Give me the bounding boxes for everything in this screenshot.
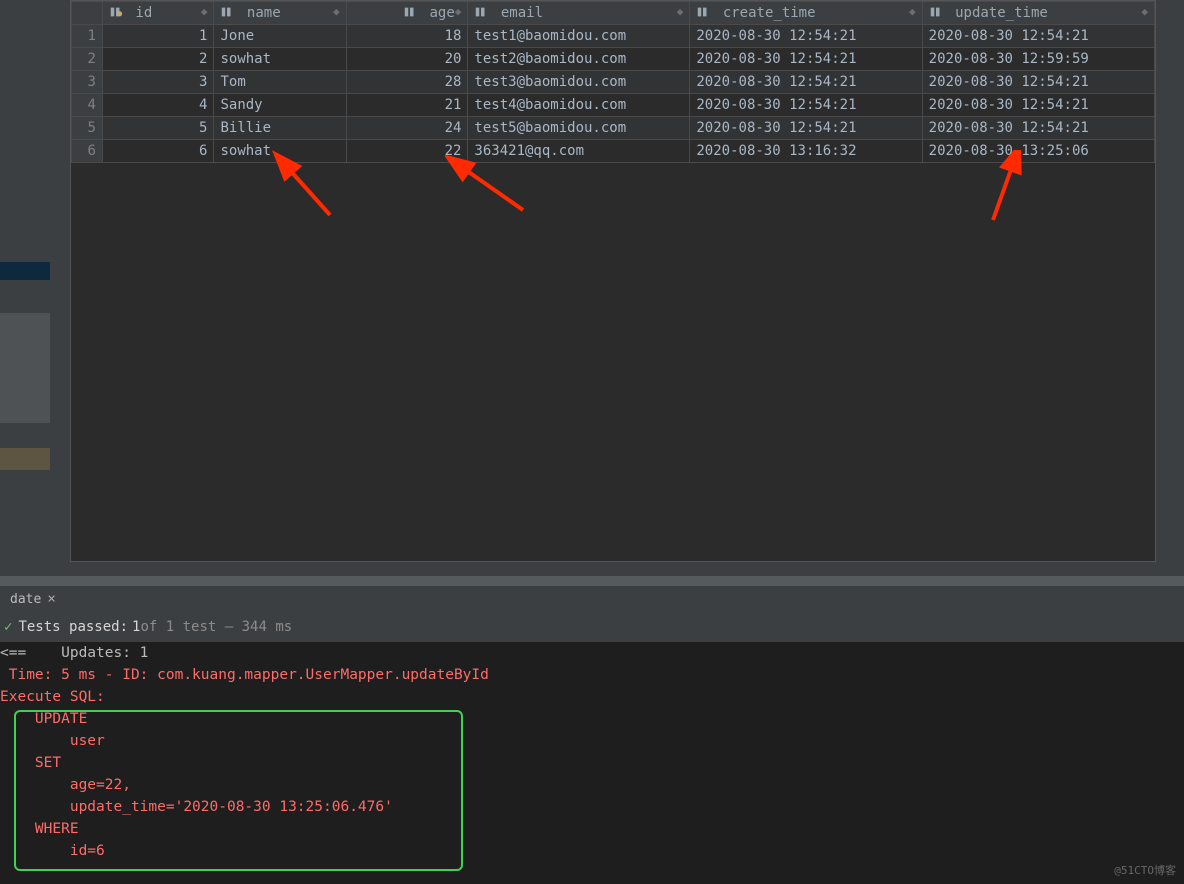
- cell-name[interactable]: Tom: [214, 71, 346, 94]
- watermark: @51CTO博客: [1114, 862, 1176, 878]
- data-grid[interactable]: id◆ name◆ age◆ email◆: [70, 0, 1156, 562]
- cell-create-time[interactable]: 2020-08-30 12:54:21: [690, 94, 922, 117]
- cell-age[interactable]: 24: [346, 117, 468, 140]
- cell-age[interactable]: 22: [346, 140, 468, 163]
- cell-rownum: 1: [72, 25, 103, 48]
- sidebar-active-item[interactable]: [0, 262, 50, 280]
- cell-age[interactable]: 20: [346, 48, 468, 71]
- cell-create-time[interactable]: 2020-08-30 12:54:21: [690, 25, 922, 48]
- cell-update-time[interactable]: 2020-08-30 12:59:59: [922, 48, 1154, 71]
- sidebar-highlight-item[interactable]: [0, 448, 50, 470]
- header-email[interactable]: email◆: [468, 2, 690, 25]
- cell-id[interactable]: 5: [102, 117, 214, 140]
- header-id[interactable]: id◆: [102, 2, 214, 25]
- sql-age: age=22,: [0, 777, 131, 793]
- sort-icon[interactable]: ◆: [677, 5, 684, 18]
- cell-name[interactable]: sowhat: [214, 140, 346, 163]
- header-name[interactable]: name◆: [214, 2, 346, 25]
- cell-create-time[interactable]: 2020-08-30 13:16:32: [690, 140, 922, 163]
- header-age[interactable]: age◆: [346, 2, 468, 25]
- cell-email[interactable]: 363421@qq.com: [468, 140, 690, 163]
- header-create-time[interactable]: create_time◆: [690, 2, 922, 25]
- sql-table: user: [0, 733, 114, 749]
- cell-email[interactable]: test5@baomidou.com: [468, 117, 690, 140]
- cell-name[interactable]: Billie: [214, 117, 346, 140]
- cell-rownum: 5: [72, 117, 103, 140]
- check-icon: ✓: [4, 619, 12, 635]
- sql-id: id=6: [0, 843, 114, 859]
- cell-rownum: 2: [72, 48, 103, 71]
- column-icon: [696, 5, 710, 19]
- cell-create-time[interactable]: 2020-08-30 12:54:21: [690, 117, 922, 140]
- tab-date[interactable]: date ×: [2, 588, 60, 610]
- tab-label: date: [10, 592, 41, 607]
- table-row[interactable]: 55Billie24test5@baomidou.com2020-08-30 1…: [72, 117, 1155, 140]
- cell-update-time[interactable]: 2020-08-30 12:54:21: [922, 94, 1154, 117]
- cell-age[interactable]: 21: [346, 94, 468, 117]
- column-icon: [474, 5, 488, 19]
- sort-icon[interactable]: ◆: [909, 5, 916, 18]
- sort-icon[interactable]: ◆: [201, 5, 208, 18]
- header-rownum: [72, 2, 103, 25]
- cell-rownum: 6: [72, 140, 103, 163]
- tests-passed-label: Tests passed:: [18, 619, 128, 635]
- table-row[interactable]: 11Jone18test1@baomidou.com2020-08-30 12:…: [72, 25, 1155, 48]
- cell-id[interactable]: 6: [102, 140, 214, 163]
- cell-rownum: 4: [72, 94, 103, 117]
- cell-create-time[interactable]: 2020-08-30 12:54:21: [690, 71, 922, 94]
- column-icon: [403, 5, 417, 19]
- cell-update-time[interactable]: 2020-08-30 12:54:21: [922, 117, 1154, 140]
- sort-icon[interactable]: ◆: [1141, 5, 1148, 18]
- cell-update-time[interactable]: 2020-08-30 13:25:06: [922, 140, 1154, 163]
- cell-id[interactable]: 1: [102, 25, 214, 48]
- sidebar-panel: ests: [0, 313, 50, 423]
- cell-email[interactable]: test2@baomidou.com: [468, 48, 690, 71]
- column-icon: [220, 5, 234, 19]
- primary-key-icon: [109, 5, 123, 19]
- cell-email[interactable]: test3@baomidou.com: [468, 71, 690, 94]
- cell-age[interactable]: 18: [346, 25, 468, 48]
- sql-where: WHERE: [0, 821, 79, 837]
- header-update-time[interactable]: update_time◆: [922, 2, 1154, 25]
- close-icon[interactable]: ×: [47, 591, 55, 607]
- cell-name[interactable]: Sandy: [214, 94, 346, 117]
- table-row[interactable]: 33Tom28test3@baomidou.com2020-08-30 12:5…: [72, 71, 1155, 94]
- cell-email[interactable]: test1@baomidou.com: [468, 25, 690, 48]
- table-row[interactable]: 22sowhat20test2@baomidou.com2020-08-30 1…: [72, 48, 1155, 71]
- cell-id[interactable]: 2: [102, 48, 214, 71]
- cell-id[interactable]: 4: [102, 94, 214, 117]
- cell-id[interactable]: 3: [102, 71, 214, 94]
- cell-name[interactable]: Jone: [214, 25, 346, 48]
- cell-name[interactable]: sowhat: [214, 48, 346, 71]
- horizontal-splitter[interactable]: [0, 576, 1184, 586]
- sql-set: SET: [0, 755, 61, 771]
- test-status-bar: ✓ Tests passed: 1 of 1 test – 344 ms: [0, 612, 1184, 643]
- sql-update: UPDATE: [0, 711, 87, 727]
- console-output[interactable]: <== Updates: 1 Time: 5 ms - ID: com.kuan…: [0, 642, 1184, 884]
- tests-passed-tail: of 1 test – 344 ms: [140, 619, 292, 635]
- cell-age[interactable]: 28: [346, 71, 468, 94]
- table-row[interactable]: 44Sandy21test4@baomidou.com2020-08-30 12…: [72, 94, 1155, 117]
- sort-icon[interactable]: ◆: [455, 5, 462, 18]
- sidebar: ests: [0, 0, 50, 590]
- cell-create-time[interactable]: 2020-08-30 12:54:21: [690, 48, 922, 71]
- cell-update-time[interactable]: 2020-08-30 12:54:21: [922, 71, 1154, 94]
- cell-email[interactable]: test4@baomidou.com: [468, 94, 690, 117]
- column-icon: [929, 5, 943, 19]
- tests-passed-count: 1: [132, 619, 140, 635]
- table-row[interactable]: 66sowhat22363421@qq.com2020-08-30 13:16:…: [72, 140, 1155, 163]
- sql-update-time: update_time='2020-08-30 13:25:06.476': [0, 799, 402, 815]
- table-header-row: id◆ name◆ age◆ email◆: [72, 2, 1155, 25]
- cell-update-time[interactable]: 2020-08-30 12:54:21: [922, 25, 1154, 48]
- console-tab-bar: date ×: [0, 586, 1184, 612]
- cell-rownum: 3: [72, 71, 103, 94]
- sort-icon[interactable]: ◆: [333, 5, 340, 18]
